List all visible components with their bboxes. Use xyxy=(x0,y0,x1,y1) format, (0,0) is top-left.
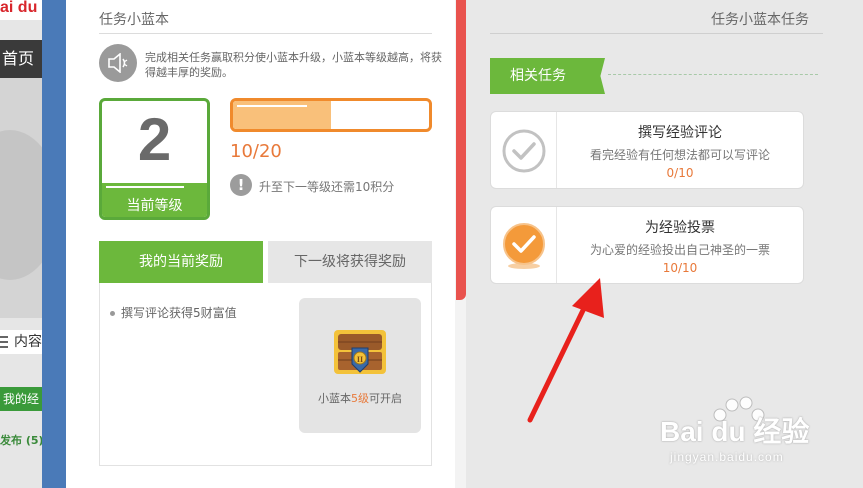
task-progress: 0/10 xyxy=(666,166,694,180)
task-card-vote[interactable]: 为经验投票 为心爱的经验投出自己神圣的一票 10/10 xyxy=(490,206,804,284)
panel-divider xyxy=(456,0,466,300)
left-panel-title: 任务小蓝本 xyxy=(99,12,169,28)
right-panel-title: 任务小蓝本任务 xyxy=(711,12,809,28)
check-circle-icon xyxy=(502,129,546,173)
treasure-chest-icon: II xyxy=(334,330,386,374)
task-description: 看完经验有任何想法都可以写评论 xyxy=(589,148,770,162)
annotation-arrow xyxy=(527,278,604,423)
reward-list-item: 撰写评论获得5财富值 xyxy=(110,304,237,321)
task-card-review[interactable]: 撰写经验评论 看完经验有任何想法都可以写评论 0/10 xyxy=(490,111,804,189)
level-card: 2 当前等级 xyxy=(99,98,210,220)
level-value: 2 xyxy=(137,106,172,173)
level-label-bar: 当前等级 xyxy=(102,183,207,217)
task-title: 撰写经验评论 xyxy=(638,125,722,141)
related-tasks-tag: 相关任务 xyxy=(490,58,605,94)
chest-unlock-text: 小蓝本5级可开启 xyxy=(318,392,402,405)
task-title: 为经验投票 xyxy=(645,220,715,236)
progress-text: 10/20 xyxy=(230,141,282,162)
divider xyxy=(490,33,823,34)
task-description: 为心爱的经验投出自己神圣的一票 xyxy=(589,243,770,257)
background-publish-text: 发布 (5) xyxy=(0,434,44,447)
exclamation-icon: ! xyxy=(230,174,252,196)
watermark-url: jingyan.baidu.com xyxy=(670,450,784,464)
intro-text: 完成相关任务赢取积分使小蓝本升级，小蓝本等级越高，将获得越丰厚的奖励。 xyxy=(145,51,442,79)
watermark-text: Bai du 经验 xyxy=(660,416,810,447)
tab-next-rewards[interactable]: 下一级将获得奖励 xyxy=(268,241,432,283)
divider xyxy=(99,33,432,34)
tab-current-rewards[interactable]: 我的当前奖励 xyxy=(99,241,263,283)
level-progress-bar xyxy=(230,98,432,132)
menu-icon xyxy=(0,336,8,348)
svg-text:II: II xyxy=(357,355,363,364)
dashed-divider xyxy=(608,74,818,75)
speaker-icon xyxy=(99,44,137,82)
check-circle-completed-icon xyxy=(503,223,545,269)
bullet-icon xyxy=(110,311,115,316)
progress-hint: 升至下一等级还需10积分 xyxy=(259,180,395,194)
level-label: 当前等级 xyxy=(126,198,183,214)
task-progress: 10/10 xyxy=(662,261,698,275)
